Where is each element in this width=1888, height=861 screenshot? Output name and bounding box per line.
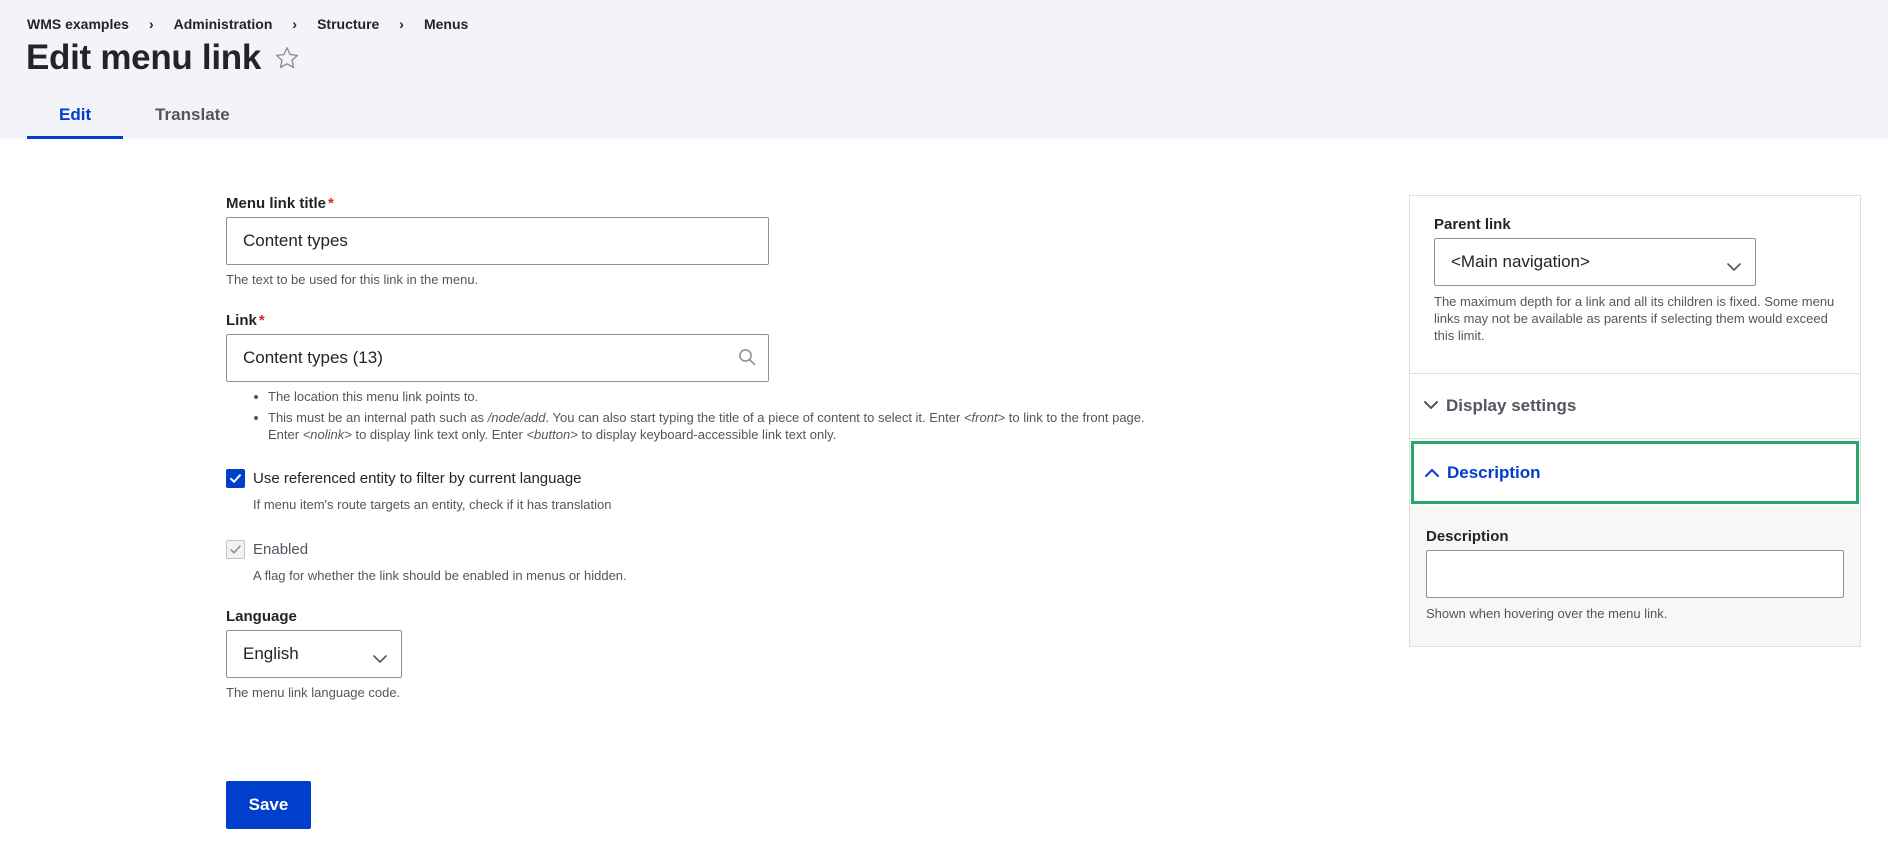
- link-help-text: The location this menu link points to.: [268, 389, 479, 404]
- link-help-text: This must be an internal path such as: [268, 410, 488, 425]
- language-select[interactable]: English: [226, 630, 402, 678]
- description-toggle[interactable]: Description: [1411, 441, 1859, 504]
- menu-link-title-label-text: Menu link title: [226, 195, 327, 212]
- link-autocomplete-input[interactable]: Content types (13): [226, 334, 769, 382]
- link-help-text: Enter: [268, 427, 303, 442]
- breadcrumb-link-administration[interactable]: Administration: [174, 16, 273, 32]
- link-help-text: to link to the front page.: [1005, 410, 1145, 425]
- use-entity-label[interactable]: Use referenced entity to filter by curre…: [253, 470, 582, 487]
- enabled-help: A flag for whether the link should be en…: [253, 568, 627, 583]
- breadcrumb-link-menus[interactable]: Menus: [424, 16, 468, 32]
- breadcrumb-separator: ›: [292, 16, 298, 32]
- link-help-item: This must be an internal path such as /n…: [226, 409, 1145, 443]
- save-button[interactable]: Save: [226, 781, 311, 829]
- menu-link-title-help: The text to be used for this link in the…: [226, 272, 479, 287]
- chevron-down-icon: [1424, 397, 1438, 415]
- page-header: WMS examples › Administration › Structur…: [0, 0, 1888, 139]
- menu-link-title-label: Menu link title *: [226, 195, 334, 212]
- breadcrumb-separator: ›: [399, 16, 404, 32]
- chevron-down-icon: [1727, 257, 1741, 271]
- required-marker: *: [328, 195, 334, 212]
- link-help-item: The location this menu link points to.: [226, 388, 1145, 405]
- language-label: Language: [226, 608, 297, 625]
- link-label: Link *: [226, 312, 265, 329]
- required-marker: *: [258, 312, 265, 329]
- parent-link-help: The maximum depth for a link and all its…: [1434, 294, 1835, 343]
- chevron-up-icon: [1425, 464, 1439, 482]
- description-help: Shown when hovering over the menu link.: [1426, 606, 1668, 621]
- language-selected-value: English: [243, 644, 299, 663]
- page-title: Edit menu link: [26, 38, 300, 78]
- use-entity-checkbox[interactable]: [226, 469, 245, 488]
- parent-link-label: Parent link: [1434, 216, 1511, 233]
- description-summary: Description: [1447, 462, 1541, 482]
- tab-edit[interactable]: Edit: [27, 100, 124, 139]
- menu-link-title-input[interactable]: Content types: [226, 217, 769, 265]
- menu-link-title-value: Content types: [243, 231, 348, 250]
- enabled-checkbox: [226, 540, 245, 559]
- chevron-down-icon: [373, 649, 387, 663]
- link-value: Content types (13): [243, 348, 383, 367]
- link-help-list: The location this menu link points to. T…: [226, 388, 1145, 443]
- breadcrumb-link-structure[interactable]: Structure: [317, 16, 379, 32]
- link-label-text: Link: [226, 312, 257, 329]
- tab-translate[interactable]: Translate: [123, 100, 262, 139]
- link-help-emphasis: <button>: [526, 427, 578, 442]
- description-field-label: Description: [1426, 528, 1509, 545]
- parent-link-select[interactable]: <Main navigation>: [1434, 238, 1756, 286]
- parent-link-selected-value: <Main navigation>: [1451, 252, 1590, 271]
- link-help-emphasis: <nolink>: [302, 427, 352, 442]
- enabled-label: Enabled: [253, 541, 309, 558]
- link-help-text: to display link text only. Enter: [351, 427, 527, 442]
- link-help-text: to display keyboard-accessible link text…: [577, 427, 837, 442]
- star-icon[interactable]: [274, 45, 300, 71]
- page-title-text: Edit menu link: [26, 38, 261, 77]
- parent-link-section: Parent link <Main navigation> The maximu…: [1410, 196, 1860, 374]
- breadcrumb-link-wms-examples[interactable]: WMS examples: [27, 16, 129, 32]
- breadcrumb-separator: ›: [148, 16, 154, 32]
- display-settings-summary: Display settings: [1446, 396, 1577, 415]
- link-help-emphasis: /node/add: [487, 410, 546, 425]
- language-help: The menu link language code.: [226, 685, 401, 700]
- tabs: Edit Translate: [27, 100, 262, 139]
- description-section: Description Shown when hovering over the…: [1410, 506, 1860, 646]
- breadcrumb: WMS examples › Administration › Structur…: [27, 16, 468, 32]
- sidebar: Parent link <Main navigation> The maximu…: [1409, 195, 1861, 647]
- link-help-emphasis: <front>: [963, 410, 1006, 425]
- link-help-text: . You can also start typing the title of…: [545, 410, 964, 425]
- search-icon: [738, 348, 756, 366]
- description-input[interactable]: [1426, 550, 1844, 598]
- display-settings-toggle[interactable]: Display settings: [1410, 374, 1860, 439]
- use-entity-help: If menu item's route targets an entity, …: [253, 497, 612, 512]
